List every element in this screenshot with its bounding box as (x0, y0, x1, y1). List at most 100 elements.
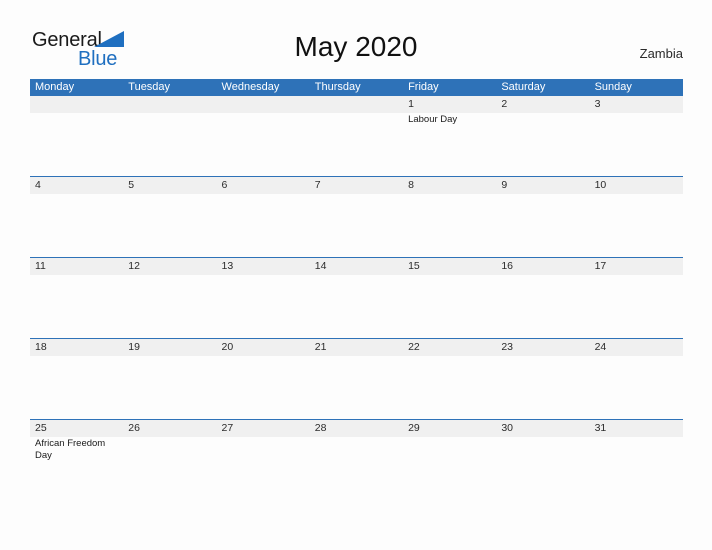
calendar-day-cell[interactable]: 29 (403, 420, 497, 500)
day-of-week-header: Monday Tuesday Wednesday Thursday Friday… (30, 79, 683, 96)
day-number: 12 (128, 260, 140, 272)
day-number: 29 (408, 422, 420, 434)
calendar-day-cell[interactable]: 17 (589, 258, 683, 338)
calendar-day-cell[interactable]: 13 (216, 258, 310, 338)
day-number: 11 (35, 260, 46, 272)
holiday-label: African Freedom Day (35, 438, 106, 461)
day-number: 17 (594, 260, 607, 272)
calendar-day-cell[interactable]: 24 (589, 339, 683, 419)
day-of-week-monday: Monday (35, 81, 75, 93)
day-of-week-sunday: Sunday (594, 81, 632, 93)
day-number-band (216, 177, 310, 194)
calendar-week-cells: 18 19 20 21 22 23 24 (30, 339, 683, 419)
day-number-band (123, 177, 217, 194)
calendar-day-cell[interactable]: 14 (309, 258, 404, 338)
calendar-day-cell[interactable]: 3 (589, 96, 683, 176)
day-number: 7 (314, 179, 321, 191)
calendar-empty-cell (309, 96, 404, 176)
calendar-week-row: 11 12 13 14 15 16 17 (30, 257, 683, 338)
day-number-band (403, 177, 497, 194)
day-of-week-saturday: Saturday (501, 81, 546, 93)
calendar-page: General Blue May 2020 Zambia Monday Tues… (0, 0, 712, 550)
day-number: 10 (594, 179, 607, 191)
day-number: 8 (408, 179, 414, 191)
day-number-band (309, 96, 404, 113)
calendar-week-cells: 4 5 6 7 8 9 10 (30, 177, 683, 257)
day-of-week-thursday: Thursday (314, 81, 361, 93)
day-number: 21 (314, 341, 327, 353)
calendar-day-cell[interactable]: 7 (309, 177, 404, 257)
day-number-band (30, 96, 124, 113)
calendar-day-cell[interactable]: 19 (123, 339, 217, 419)
holiday-events: African Freedom Day (35, 438, 119, 462)
calendar-day-cell[interactable]: 6 (216, 177, 310, 257)
calendar-day-cell[interactable]: 12 (123, 258, 217, 338)
calendar-day-cell[interactable]: 11 (30, 258, 124, 338)
day-number: 6 (221, 179, 228, 191)
calendar-week-row: 1 Labour Day 2 3 (30, 96, 683, 176)
holiday-label: Labour Day (408, 114, 458, 125)
calendar-day-cell[interactable]: 26 (123, 420, 217, 500)
calendar-day-cell[interactable]: 15 (403, 258, 497, 338)
page-header: General Blue May 2020 Zambia (0, 0, 712, 78)
day-number-band (123, 96, 217, 113)
calendar-day-cell[interactable]: 10 (589, 177, 683, 257)
day-number-band (403, 96, 497, 113)
day-number-band (589, 96, 683, 113)
calendar-day-cell[interactable]: 4 (30, 177, 124, 257)
day-number: 13 (221, 260, 234, 272)
country-label: Zambia (639, 46, 683, 61)
day-number: 4 (35, 179, 41, 191)
calendar-day-cell[interactable]: 18 (30, 339, 124, 419)
calendar-week-cells: 25 African Freedom Day 26 27 28 29 30 31 (30, 420, 683, 500)
calendar-day-cell[interactable]: 2 (496, 96, 590, 176)
calendar-day-cell[interactable]: 23 (496, 339, 590, 419)
day-number: 28 (314, 422, 327, 434)
calendar-week-row: 25 African Freedom Day 26 27 28 29 30 31 (30, 419, 683, 500)
calendar-grid: Monday Tuesday Wednesday Thursday Friday… (30, 79, 683, 500)
day-number: 19 (128, 341, 140, 353)
day-number-band (216, 96, 310, 113)
holiday-events: Labour Day (408, 114, 492, 126)
calendar-day-cell[interactable]: 16 (496, 258, 590, 338)
day-number: 14 (314, 260, 327, 272)
day-of-week-tuesday: Tuesday (128, 81, 171, 93)
day-number: 23 (501, 341, 514, 353)
day-number: 2 (501, 98, 508, 110)
day-number: 22 (408, 341, 420, 353)
day-number: 9 (501, 179, 508, 191)
calendar-day-cell[interactable]: 30 (496, 420, 590, 500)
day-number: 20 (221, 341, 234, 353)
calendar-day-cell[interactable]: 22 (403, 339, 497, 419)
day-number: 27 (221, 422, 234, 434)
calendar-week-cells: 1 Labour Day 2 3 (30, 96, 683, 176)
calendar-day-cell[interactable]: 28 (309, 420, 404, 500)
day-number: 16 (501, 260, 514, 272)
day-of-week-wednesday: Wednesday (221, 81, 280, 93)
calendar-day-cell[interactable]: 25 African Freedom Day (30, 420, 124, 500)
calendar-day-cell[interactable]: 27 (216, 420, 310, 500)
calendar-weeks: 1 Labour Day 2 3 4 5 6 7 8 9 10 11 12 13 14 15 16 17 18 19 2… (30, 96, 683, 500)
calendar-day-cell[interactable]: 1 Labour Day (403, 96, 497, 176)
calendar-empty-cell (30, 96, 124, 176)
day-number: 1 (408, 98, 414, 110)
day-number: 31 (594, 422, 607, 434)
calendar-day-cell[interactable]: 5 (123, 177, 217, 257)
calendar-day-cell[interactable]: 8 (403, 177, 497, 257)
calendar-empty-cell (123, 96, 217, 176)
day-number: 3 (594, 98, 601, 110)
day-number: 26 (128, 422, 140, 434)
calendar-empty-cell (216, 96, 310, 176)
calendar-day-cell[interactable]: 9 (496, 177, 590, 257)
day-number: 5 (128, 179, 135, 191)
day-number: 25 (35, 422, 47, 434)
day-number: 30 (501, 422, 514, 434)
day-number-band (30, 177, 124, 194)
calendar-day-cell[interactable]: 21 (309, 339, 404, 419)
calendar-day-cell[interactable]: 20 (216, 339, 310, 419)
page-title: May 2020 (294, 31, 418, 62)
day-number: 24 (594, 341, 607, 353)
calendar-day-cell[interactable]: 31 (589, 420, 683, 500)
day-of-week-friday: Friday (408, 81, 439, 93)
calendar-week-row: 4 5 6 7 8 9 10 (30, 176, 683, 257)
